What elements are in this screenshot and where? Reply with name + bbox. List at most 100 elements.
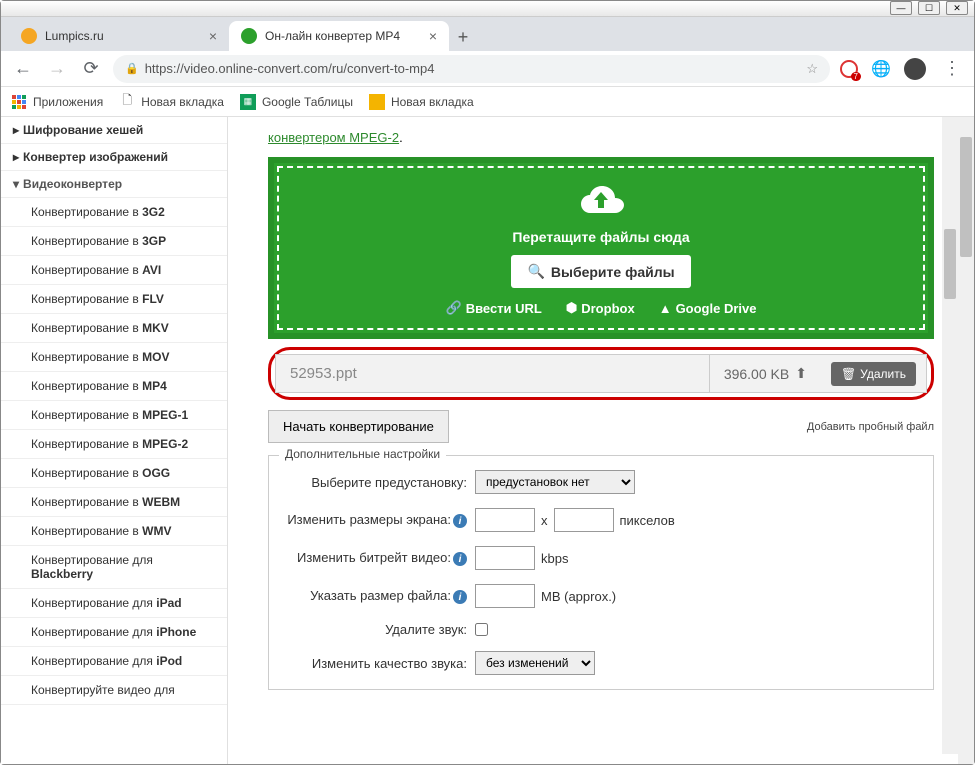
tab-title: Lumpics.ru xyxy=(45,29,104,43)
sidebar-item[interactable]: Конвертирование в MOV xyxy=(1,343,227,372)
tab-title: Он-лайн конвертер MP4 xyxy=(265,29,400,43)
file-size: 396.00 KB ⬆ xyxy=(709,355,821,392)
window-minimize-button[interactable]: — xyxy=(890,1,912,15)
sheets-icon: ▦ xyxy=(240,94,256,110)
audioquality-label: Изменить качество звука: xyxy=(285,656,475,671)
bookmark-star-icon[interactable]: ☆ xyxy=(806,61,818,77)
info-icon[interactable]: i xyxy=(453,590,467,604)
upload-icon: ⬆ xyxy=(795,365,807,382)
additional-settings: Дополнительные настройки Выберите предус… xyxy=(268,455,934,690)
file-row-highlight: 52953.ppt 396.00 KB ⬆ 🗑 Удалить xyxy=(268,347,934,400)
window-titlebar: — ☐ ✕ xyxy=(1,1,974,17)
sidebar-item[interactable]: Конвертирование для iPod xyxy=(1,647,227,676)
trash-icon: 🗑 xyxy=(841,367,856,381)
sidebar-item[interactable]: Конвертируйте видео для xyxy=(1,676,227,705)
tab-close-icon[interactable]: × xyxy=(209,28,217,44)
sidebar-item[interactable]: Конвертирование в WEBM xyxy=(1,488,227,517)
dropbox-icon: ⬢ xyxy=(566,300,577,316)
sidebar-cat-hash[interactable]: ▸Шифрование хешей xyxy=(1,117,227,144)
start-convert-button[interactable]: Начать конвертирование xyxy=(268,410,449,443)
scrollbar[interactable] xyxy=(958,117,974,764)
sidebar-item[interactable]: Конвертирование для Blackberry xyxy=(1,546,227,589)
filesize-input[interactable] xyxy=(475,584,535,608)
bookmark-newtab1[interactable]: 🗋 Новая вкладка xyxy=(119,94,224,110)
sidebar-item[interactable]: Конвертирование в MP4 xyxy=(1,372,227,401)
choose-files-button[interactable]: 🔍 Выберите файлы xyxy=(511,255,690,288)
tab-lumpics[interactable]: Lumpics.ru × xyxy=(9,21,229,51)
window-close-button[interactable]: ✕ xyxy=(946,1,968,15)
apps-button[interactable]: Приложения xyxy=(11,94,103,110)
uploaded-file-row: 52953.ppt 396.00 KB ⬆ 🗑 Удалить xyxy=(275,354,927,393)
height-input[interactable] xyxy=(554,508,614,532)
chevron-right-icon: ▸ xyxy=(13,150,19,164)
bitrate-input[interactable] xyxy=(475,546,535,570)
menu-button[interactable]: ⋮ xyxy=(940,57,964,81)
width-input[interactable] xyxy=(475,508,535,532)
preset-label: Выберите предустановку: xyxy=(285,475,475,490)
page-icon xyxy=(369,94,385,110)
resize-label: Изменить размеры экрана: xyxy=(287,512,451,527)
gdrive-link[interactable]: ▲Google Drive xyxy=(659,300,757,316)
url-text: https://video.online-convert.com/ru/conv… xyxy=(145,61,435,76)
bookmark-sheets[interactable]: ▦ Google Таблицы xyxy=(240,94,353,110)
forward-button[interactable]: → xyxy=(45,57,69,81)
file-name: 52953.ppt xyxy=(276,355,709,392)
sidebar-item[interactable]: Конвертирование в 3G2 xyxy=(1,198,227,227)
sidebar[interactable]: ▸Шифрование хешей ▸Конвертер изображений… xyxy=(1,117,228,764)
sidebar-item[interactable]: Конвертирование в WMV xyxy=(1,517,227,546)
dropzone[interactable]: Перетащите файлы сюда 🔍 Выберите файлы 🔗… xyxy=(268,157,934,339)
sidebar-item[interactable]: Конвертирование в OGG xyxy=(1,459,227,488)
favicon-icon xyxy=(21,28,37,44)
sidebar-item[interactable]: Конвертирование в 3GP xyxy=(1,227,227,256)
search-icon: 🔍 xyxy=(527,263,544,280)
tab-close-icon[interactable]: × xyxy=(429,28,437,44)
preset-select[interactable]: предустановок нет xyxy=(475,470,635,494)
dropbox-link[interactable]: ⬢Dropbox xyxy=(566,300,635,316)
window-scrollbar[interactable] xyxy=(942,117,958,754)
back-button[interactable]: ← xyxy=(11,57,35,81)
reload-button[interactable]: ⟳ xyxy=(79,57,103,81)
dropzone-text: Перетащите файлы сюда xyxy=(279,229,923,245)
sidebar-item[interactable]: Конвертирование в FLV xyxy=(1,285,227,314)
badge: 7 xyxy=(851,72,861,81)
bitrate-label: Изменить битрейт видео: xyxy=(297,550,451,565)
sidebar-cat-video[interactable]: ▾Видеоконвертер xyxy=(1,171,227,198)
sidebar-item[interactable]: Конвертирование в MPEG-2 xyxy=(1,430,227,459)
sidebar-item[interactable]: Конвертирование в MPEG-1 xyxy=(1,401,227,430)
info-icon[interactable]: i xyxy=(453,552,467,566)
chevron-down-icon: ▾ xyxy=(13,177,19,191)
bookmarks-bar: Приложения 🗋 Новая вкладка ▦ Google Табл… xyxy=(1,87,974,117)
favicon-icon xyxy=(241,28,257,44)
address-input[interactable]: 🔒 https://video.online-convert.com/ru/co… xyxy=(113,55,830,83)
opera-extension-icon[interactable]: 7 xyxy=(840,60,858,78)
bookmark-newtab2[interactable]: Новая вкладка xyxy=(369,94,474,110)
url-bar: ← → ⟳ 🔒 https://video.online-convert.com… xyxy=(1,51,974,87)
sidebar-item[interactable]: Конвертирование для iPad xyxy=(1,589,227,618)
apps-icon xyxy=(11,94,27,110)
add-trial-link[interactable]: Добавить пробный файл xyxy=(807,421,934,433)
profile-avatar[interactable] xyxy=(904,58,926,80)
info-icon[interactable]: i xyxy=(453,514,467,528)
delete-file-button[interactable]: 🗑 Удалить xyxy=(831,362,916,386)
settings-legend: Дополнительные настройки xyxy=(279,447,446,461)
tab-converter[interactable]: Он-лайн конвертер MP4 × xyxy=(229,21,449,51)
enter-url-link[interactable]: 🔗Ввести URL xyxy=(446,300,542,316)
audioquality-select[interactable]: без изменений xyxy=(475,651,595,675)
link-icon: 🔗 xyxy=(446,300,462,316)
removeaudio-label: Удалите звук: xyxy=(285,622,475,637)
globe-extension-icon[interactable]: 🌐 xyxy=(872,60,890,78)
page-icon: 🗋 xyxy=(119,94,135,110)
new-tab-button[interactable]: + xyxy=(449,23,477,51)
sidebar-item[interactable]: Конвертирование для iPhone xyxy=(1,618,227,647)
scrollbar-thumb[interactable] xyxy=(960,137,972,257)
window-maximize-button[interactable]: ☐ xyxy=(918,1,940,15)
tabstrip: Lumpics.ru × Он-лайн конвертер MP4 × + xyxy=(1,17,974,51)
sidebar-item[interactable]: Конвертирование в MKV xyxy=(1,314,227,343)
filesize-label: Указать размер файла: xyxy=(310,588,451,603)
chevron-right-icon: ▸ xyxy=(13,123,19,137)
scrollbar-thumb[interactable] xyxy=(944,229,956,299)
removeaudio-checkbox[interactable] xyxy=(475,623,488,636)
sidebar-cat-images[interactable]: ▸Конвертер изображений xyxy=(1,144,227,171)
mpeg2-link[interactable]: конвертером MPEG-2 xyxy=(268,130,399,145)
sidebar-item[interactable]: Конвертирование в AVI xyxy=(1,256,227,285)
